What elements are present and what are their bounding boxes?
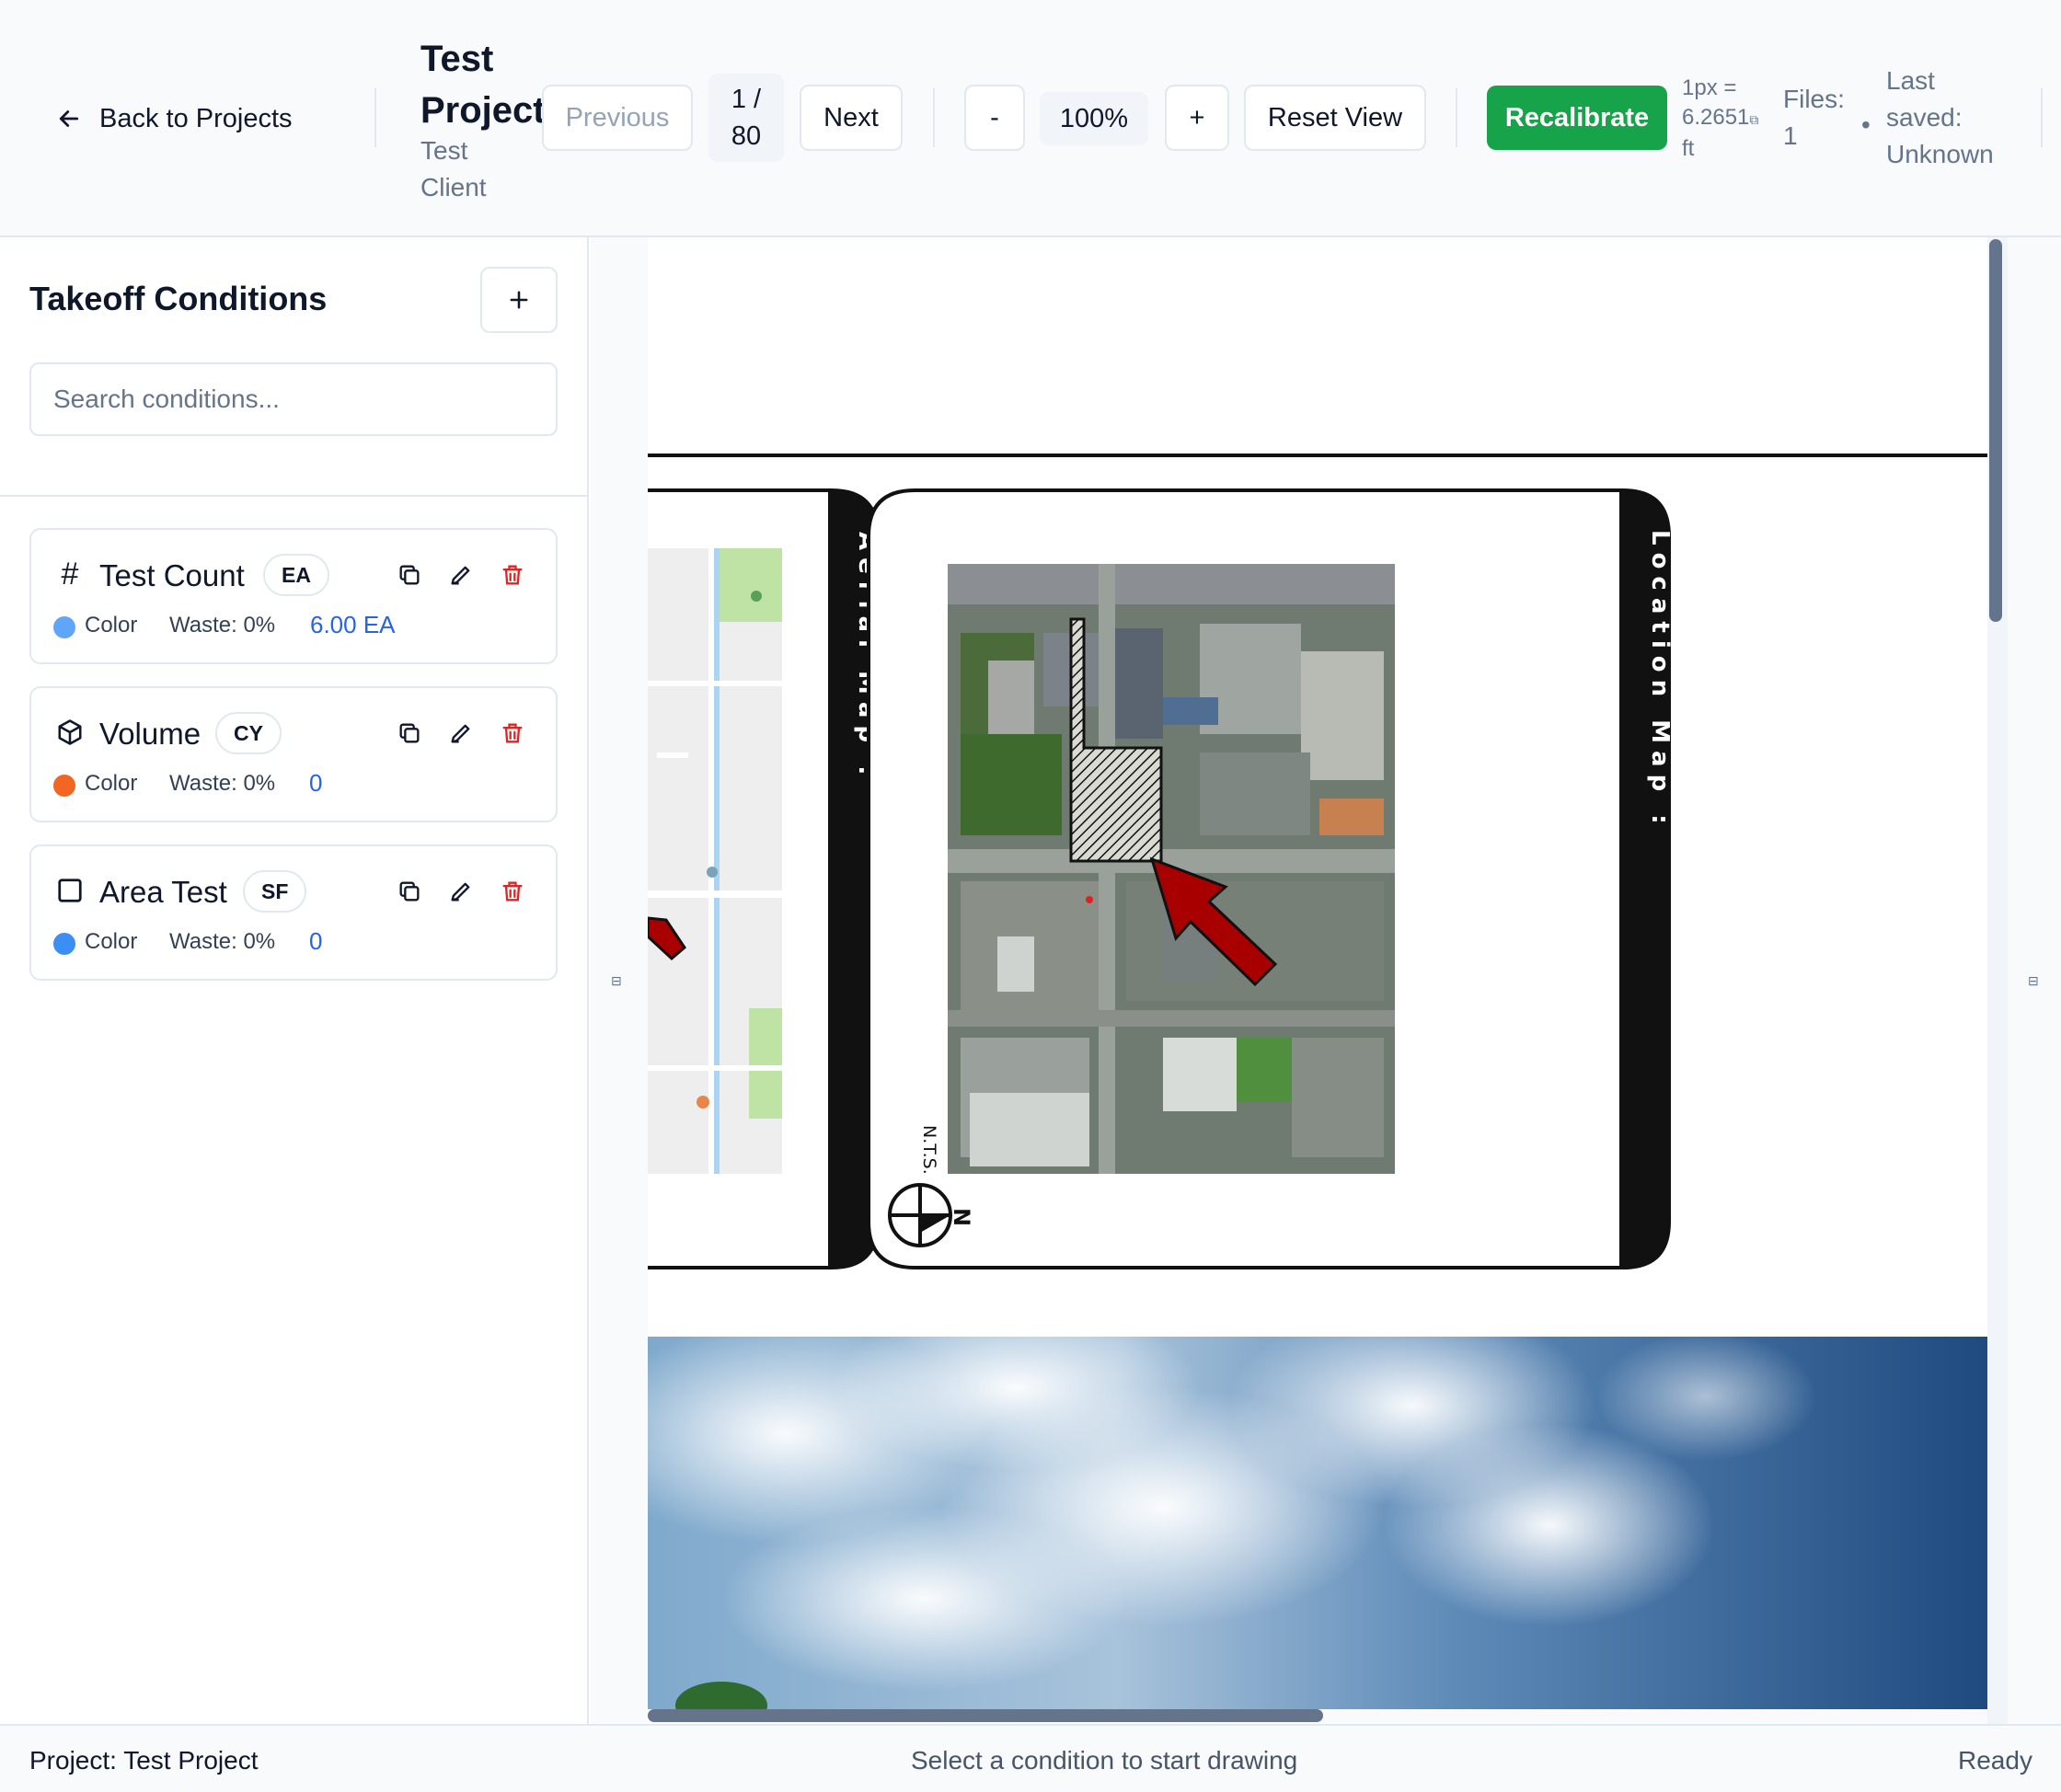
color-swatch[interactable] bbox=[53, 775, 75, 797]
zoom-level: 100% bbox=[1040, 92, 1148, 145]
duplicate-icon[interactable] bbox=[394, 718, 425, 749]
plus-icon bbox=[510, 291, 528, 309]
search-conditions-input[interactable] bbox=[29, 362, 558, 436]
recalibrate-button[interactable]: Recalibrate bbox=[1487, 86, 1667, 150]
color-label: Color bbox=[85, 929, 138, 954]
scale-line-3: ft bbox=[1682, 136, 1695, 161]
condition-name: Area Test bbox=[99, 875, 227, 909]
waste-label: Waste: 0% bbox=[169, 613, 276, 638]
svg-text:N.T.S.: N.T.S. bbox=[919, 1125, 939, 1175]
reset-view-button[interactable]: Reset View bbox=[1244, 85, 1426, 151]
delete-icon[interactable] bbox=[497, 559, 528, 591]
plan-sheet-drawing: Aerial Map : Location Map : bbox=[648, 454, 1987, 1709]
page-current: 1 / bbox=[731, 85, 762, 114]
conditions-sidebar: Takeoff Conditions # Test Count EA Color… bbox=[0, 237, 589, 1724]
scale-readout: 1px = 6.2651⧉ ft bbox=[1682, 74, 1774, 164]
vertical-scroll-thumb[interactable] bbox=[1989, 239, 2002, 622]
last-saved: Last saved: Unknown bbox=[1886, 63, 2015, 173]
add-condition-button[interactable] bbox=[480, 267, 558, 333]
top-toolbar: Back to Projects Test Project Test Clien… bbox=[0, 0, 2061, 237]
scale-line-2: 6.2651 bbox=[1682, 105, 1750, 130]
sidebar-divider bbox=[0, 495, 587, 497]
delete-icon[interactable] bbox=[497, 718, 528, 749]
condition-card-test-count[interactable]: # Test Count EA Color Waste: 0% 6.00 EA bbox=[29, 528, 558, 664]
edit-icon[interactable] bbox=[445, 718, 477, 749]
condition-name: Test Count bbox=[99, 558, 245, 592]
unit-badge: CY bbox=[215, 712, 282, 754]
back-to-projects-button[interactable]: Back to Projects bbox=[55, 96, 293, 142]
delete-icon[interactable] bbox=[497, 876, 528, 907]
status-hint: Select a condition to start drawing bbox=[911, 1746, 1298, 1775]
condition-card-area-test[interactable]: Area Test SF Color Waste: 0% 0 bbox=[29, 844, 558, 981]
toolbar-divider bbox=[2041, 88, 2043, 147]
previous-page-button[interactable]: Previous bbox=[542, 85, 693, 151]
zoom-in-button[interactable]: + bbox=[1165, 85, 1229, 151]
toolbar-divider bbox=[1456, 88, 1457, 147]
unit-badge: EA bbox=[263, 554, 329, 596]
svg-text:N: N bbox=[949, 1208, 974, 1226]
drawing-sheet[interactable]: Aerial Map : Location Map : bbox=[648, 237, 1987, 1709]
color-label: Color bbox=[85, 613, 138, 638]
location-map-title: Location Map : bbox=[1646, 530, 1674, 832]
project-title: Test Project bbox=[420, 39, 546, 131]
waste-label: Waste: 0% bbox=[169, 929, 276, 954]
condition-name: Volume bbox=[99, 717, 201, 751]
sky-photo bbox=[648, 1304, 1987, 1709]
color-label: Color bbox=[85, 771, 138, 796]
duplicate-icon[interactable] bbox=[394, 559, 425, 591]
drawing-canvas[interactable]: ⊟ ⊟ Location Map: N.T.S. N bbox=[591, 237, 2061, 1724]
files-label: Files: bbox=[1783, 85, 1845, 113]
collapse-handle-icon[interactable]: ⊟ bbox=[2028, 973, 2039, 989]
unit-badge: SF bbox=[243, 870, 307, 913]
color-swatch[interactable] bbox=[53, 933, 75, 955]
collapse-handle-icon[interactable]: ⊟ bbox=[611, 973, 622, 989]
zoom-out-button[interactable]: - bbox=[964, 85, 1025, 151]
client-name: Test Client bbox=[420, 136, 487, 201]
quantity-value: 0 bbox=[309, 927, 323, 955]
nts-label: N.T.S. bbox=[919, 1125, 939, 1175]
duplicate-icon[interactable] bbox=[394, 876, 425, 907]
color-swatch[interactable] bbox=[53, 616, 75, 638]
satellite-image bbox=[948, 564, 1395, 1174]
back-label: Back to Projects bbox=[99, 103, 293, 133]
sidebar-title: Takeoff Conditions bbox=[29, 280, 328, 317]
status-bar: Project: Test Project Select a condition… bbox=[0, 1724, 2061, 1792]
last-saved-value: Unknown bbox=[1886, 140, 1994, 168]
edit-icon[interactable] bbox=[445, 559, 477, 591]
toolbar-divider bbox=[374, 88, 376, 147]
condition-card-volume[interactable]: Volume CY Color Waste: 0% 0 bbox=[29, 686, 558, 822]
square-icon bbox=[53, 874, 86, 907]
page-total: 80 bbox=[731, 121, 762, 151]
next-page-button[interactable]: Next bbox=[800, 85, 903, 151]
scale-line-1: 1px = bbox=[1682, 75, 1737, 100]
status-state: Ready bbox=[1958, 1746, 2032, 1775]
copy-icon[interactable]: ⧉ bbox=[1749, 112, 1758, 127]
edit-icon[interactable] bbox=[445, 876, 477, 907]
quantity-value: 6.00 EA bbox=[310, 611, 396, 638]
last-saved-label: Last saved: bbox=[1886, 66, 1963, 132]
bullet-separator: • bbox=[1861, 110, 1871, 139]
svg-text:Location Map :: Location Map : bbox=[1646, 530, 1674, 832]
arrow-left-icon bbox=[59, 110, 79, 127]
toolbar-divider bbox=[933, 88, 935, 147]
hash-icon: # bbox=[61, 556, 79, 592]
cube-icon bbox=[53, 716, 86, 749]
quantity-value: 0 bbox=[309, 769, 323, 797]
horizontal-scroll-thumb[interactable] bbox=[648, 1709, 1323, 1722]
waste-label: Waste: 0% bbox=[169, 771, 276, 796]
files-count: Files: 1 bbox=[1783, 81, 1857, 155]
files-value: 1 bbox=[1783, 121, 1798, 150]
status-project: Project: Test Project bbox=[29, 1746, 259, 1775]
page-indicator: 1 / 80 bbox=[708, 74, 784, 162]
